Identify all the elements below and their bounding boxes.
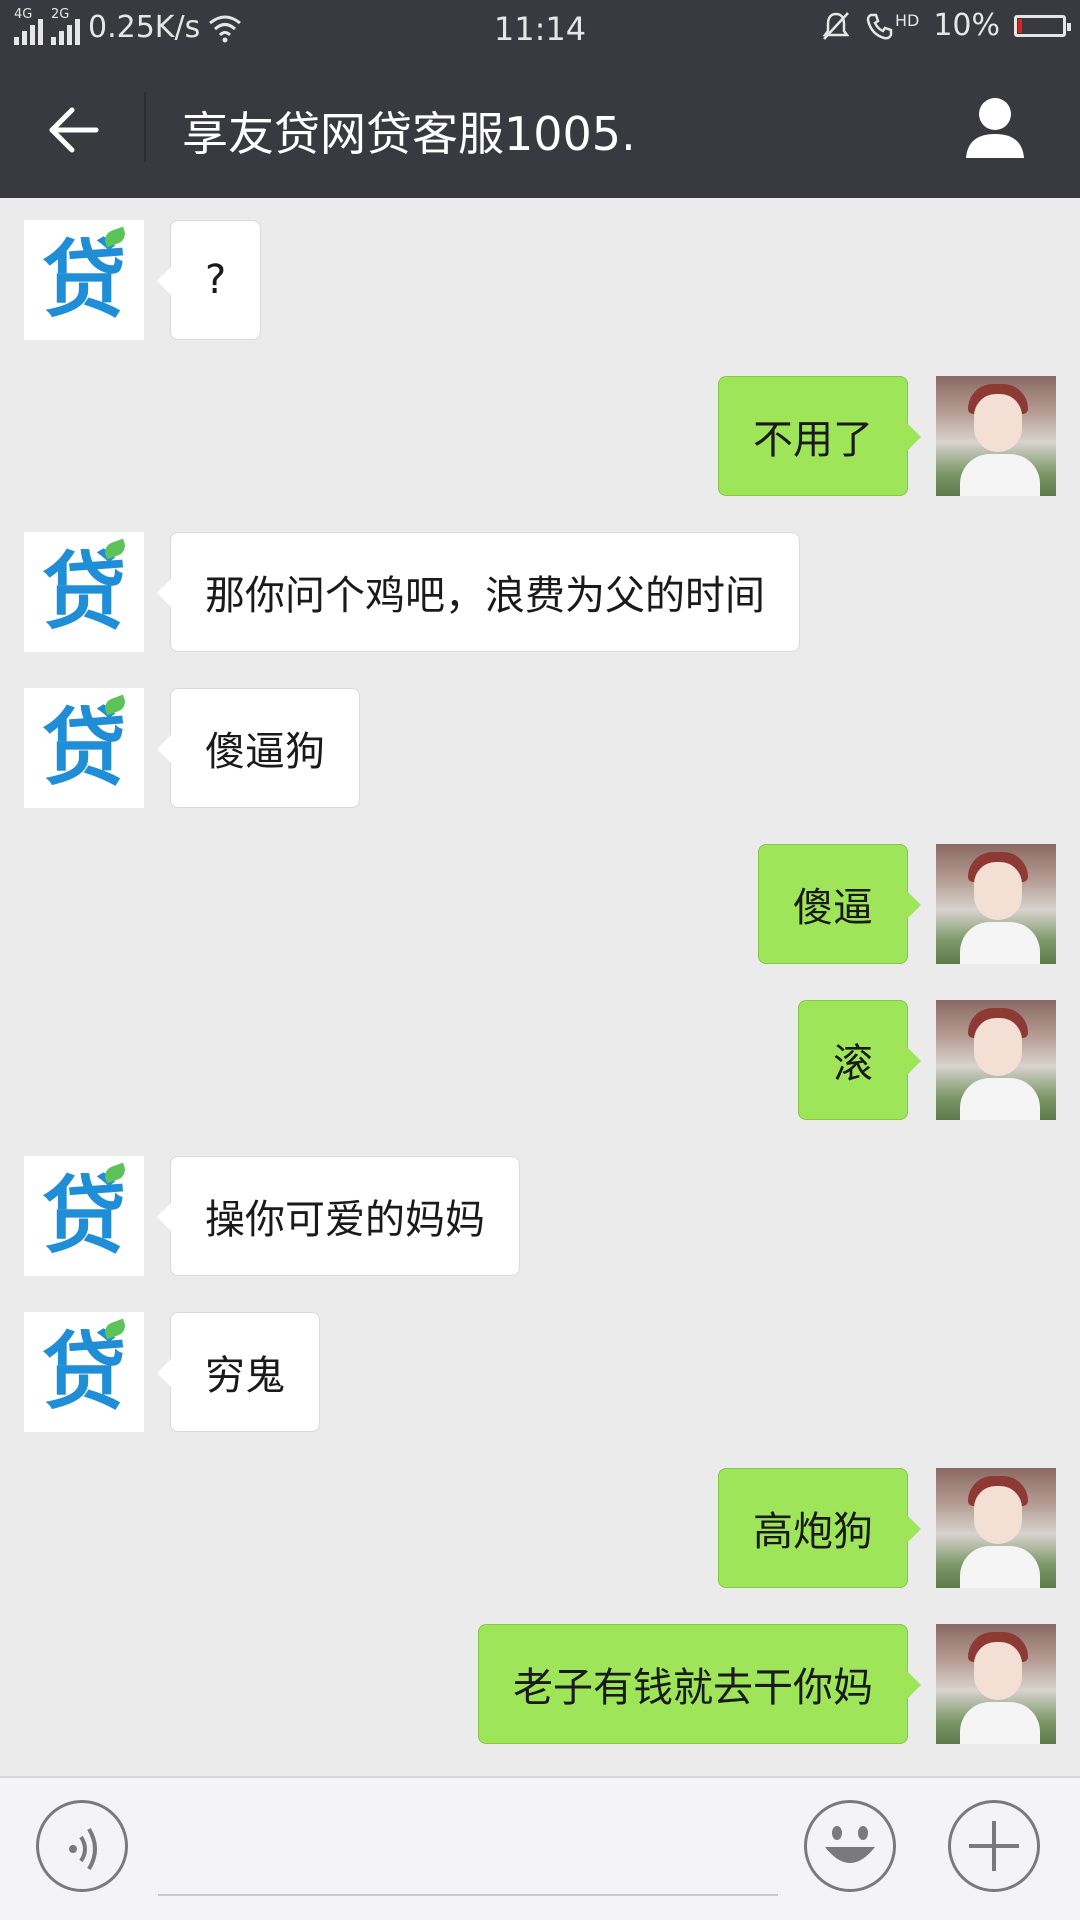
outgoing-bubble[interactable]: 滚 — [798, 1000, 921, 1120]
outgoing-bubble[interactable]: 不用了 — [718, 376, 921, 496]
my-avatar[interactable] — [936, 844, 1056, 964]
header-divider — [144, 92, 146, 162]
outgoing-message-row: 滚 — [0, 1000, 1080, 1120]
hd-label: HD — [894, 10, 920, 30]
emoji-button[interactable] — [804, 1800, 896, 1892]
smiley-icon — [825, 1826, 875, 1863]
incoming-message-row: 贷那你问个鸡吧，浪费为父的时间 — [0, 532, 1080, 652]
avatar-photo-shirt — [960, 922, 1040, 964]
mute-bell-icon — [822, 11, 850, 40]
my-avatar[interactable] — [936, 1468, 1056, 1588]
avatar-photo-shirt — [960, 1546, 1040, 1588]
avatar-photo-shirt — [960, 1078, 1040, 1120]
my-avatar[interactable] — [936, 1624, 1056, 1744]
avatar-logo-text: 贷 — [41, 699, 126, 797]
incoming-bubble[interactable]: 傻逼狗 — [157, 688, 360, 808]
outgoing-bubble[interactable]: 老子有钱就去干你妈 — [478, 1624, 921, 1744]
contact-avatar[interactable]: 贷 — [24, 688, 144, 808]
contact-avatar[interactable]: 贷 — [24, 1156, 144, 1276]
avatar-photo-face — [974, 1486, 1022, 1544]
input-bar — [0, 1776, 1080, 1920]
hd-call-icon: HD — [865, 11, 919, 41]
avatar-logo-text: 贷 — [41, 543, 126, 641]
my-avatar[interactable] — [936, 1000, 1056, 1120]
incoming-bubble[interactable]: ? — [156, 220, 262, 340]
avatar-photo-face — [974, 862, 1022, 920]
outgoing-bubble[interactable]: 傻逼 — [758, 844, 921, 964]
chat-title: 享友贷网贷客服1005. — [182, 107, 636, 161]
incoming-message-row: 贷操你可爱的妈妈 — [0, 1156, 1080, 1276]
status-right: HD 10% — [821, 8, 1071, 43]
contact-avatar[interactable]: 贷 — [24, 532, 144, 652]
avatar-logo-text: 贷 — [41, 1167, 126, 1265]
outgoing-message-row: 老子有钱就去干你妈 — [0, 1624, 1080, 1744]
status-bar: 4G 2G 0.25K/s 11:14 HD 10% — [0, 0, 1080, 56]
avatar-photo-shirt — [960, 1702, 1040, 1744]
avatar-photo-face — [974, 1642, 1022, 1700]
avatar-photo-face — [974, 394, 1022, 452]
voice-icon — [69, 1827, 97, 1871]
outgoing-bubble[interactable]: 高炮狗 — [718, 1468, 921, 1588]
person-icon[interactable] — [960, 92, 1030, 162]
my-avatar[interactable] — [936, 376, 1056, 496]
incoming-bubble[interactable]: 操你可爱的妈妈 — [157, 1156, 520, 1276]
incoming-message-row: 贷穷鬼 — [0, 1312, 1080, 1432]
voice-button[interactable] — [36, 1800, 128, 1892]
battery-percent: 10% — [933, 8, 1000, 43]
outgoing-message-row: 傻逼 — [0, 844, 1080, 964]
incoming-message-row: 贷傻逼狗 — [0, 688, 1080, 808]
message-list[interactable]: 贷? 不用了贷那你问个鸡吧，浪费为父的时间贷傻逼狗 傻逼滚贷操你可爱的妈妈贷穷鬼 高炮… — [0, 198, 1080, 1776]
contact-avatar[interactable]: 贷 — [24, 1312, 144, 1432]
incoming-bubble[interactable]: 穷鬼 — [157, 1312, 320, 1432]
plus-icon — [969, 1821, 1019, 1871]
avatar-photo-shirt — [960, 454, 1040, 496]
more-button[interactable] — [948, 1800, 1040, 1892]
avatar-logo-text: 贷 — [41, 231, 126, 329]
outgoing-message-row: 不用了 — [0, 376, 1080, 496]
arrow-left-icon[interactable] — [44, 100, 104, 160]
chat-header: 享友贷网贷客服1005. — [0, 56, 1080, 198]
battery-icon — [1014, 14, 1071, 37]
incoming-bubble[interactable]: 那你问个鸡吧，浪费为父的时间 — [157, 532, 800, 652]
incoming-message-row: 贷? — [0, 220, 1080, 340]
contact-avatar[interactable]: 贷 — [24, 220, 144, 340]
avatar-photo-face — [974, 1018, 1022, 1076]
avatar-logo-text: 贷 — [41, 1323, 126, 1421]
message-input[interactable] — [158, 1894, 778, 1896]
outgoing-message-row: 高炮狗 — [0, 1468, 1080, 1588]
battery-level — [1018, 18, 1023, 33]
